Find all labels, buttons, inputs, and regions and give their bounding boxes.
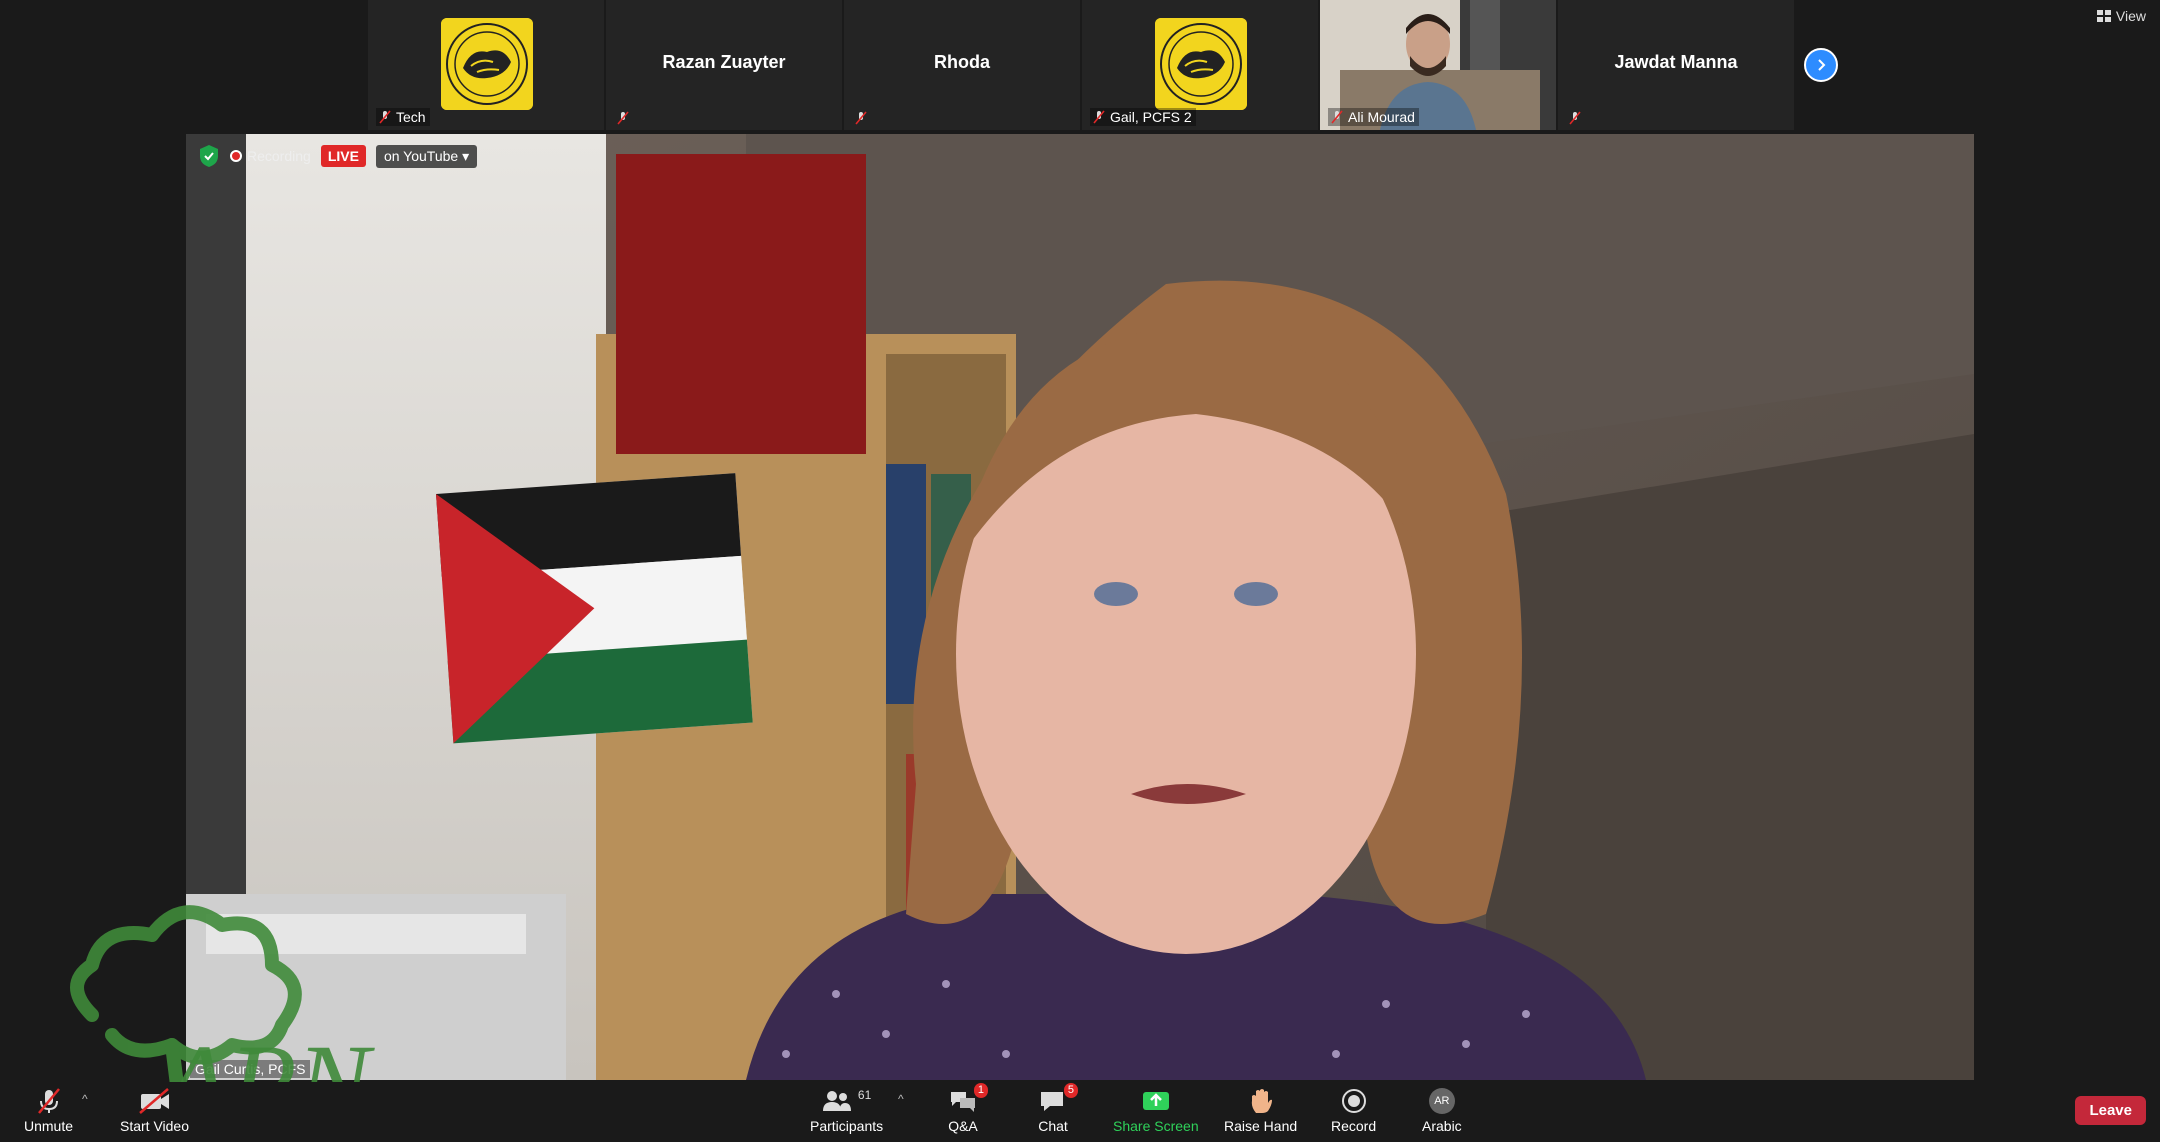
qa-button[interactable]: 1 Q&A [948,1083,988,1134]
participant-label: Tech [376,108,430,126]
unmute-button[interactable]: Unmute [24,1086,73,1134]
participant-label: Ali Mourad [1328,108,1419,126]
raise-hand-icon [1251,1089,1272,1113]
recording-bar: Recording LIVE on YouTube ▾ [198,144,478,168]
start-video-button[interactable]: Start Video [120,1086,189,1134]
mic-muted-icon [1568,111,1582,125]
participant-strip: Tech Razan Zuayter Rhoda Gail, PCFS 2 Al… [368,0,1794,130]
chevron-right-icon [1818,59,1826,71]
record-button[interactable]: Record [1331,1086,1376,1134]
leave-button[interactable]: Leave [2075,1096,2146,1125]
mic-muted-icon [378,110,392,124]
chat-button[interactable]: 5 Chat [1038,1083,1078,1134]
participants-button[interactable]: 61 Participants [810,1086,883,1134]
mic-muted-icon [37,1088,60,1114]
participant-tile-tech[interactable]: Tech [368,0,604,130]
active-speaker-video [186,134,1974,1080]
live-badge[interactable]: LIVE [320,145,366,167]
participants-count: 61 [857,1088,872,1102]
mic-muted-icon [1330,110,1344,124]
participant-name: Jawdat Manna [1614,52,1738,72]
seal-avatar-icon [441,18,533,110]
participant-label [852,110,872,126]
participant-label: Gail, PCFS 2 [1090,108,1196,126]
video-off-icon [138,1088,169,1114]
participants-options-caret[interactable]: ^ [898,1092,904,1106]
language-avatar-icon: AR [1428,1088,1455,1114]
record-dot-icon [230,150,242,162]
participant-name: Razan Zuayter [662,52,786,72]
meeting-toolbar: Unmute ^ Start Video 61 Participants ^ 1… [0,1082,2160,1142]
share-screen-icon [1142,1092,1169,1110]
language-interpretation-button[interactable]: AR Arabic [1422,1086,1462,1134]
record-icon [1341,1089,1366,1113]
participant-label [614,110,634,126]
participant-tile-jawdat[interactable]: Jawdat Manna [1558,0,1794,130]
raise-hand-button[interactable]: Raise Hand [1224,1086,1297,1134]
participant-tile-razan[interactable]: Razan Zuayter [606,0,842,130]
chat-badge: 5 [1063,1083,1078,1098]
mic-muted-icon [854,111,868,125]
participants-icon [822,1091,851,1111]
grid-view-icon [2096,10,2111,22]
next-page-button[interactable] [1804,48,1838,82]
mic-muted-icon [1092,110,1106,124]
live-platform-dropdown[interactable]: on YouTube ▾ [375,144,478,168]
share-screen-button[interactable]: Share Screen [1113,1086,1199,1134]
audio-options-caret[interactable]: ^ [82,1092,88,1106]
participant-label [1566,110,1586,126]
recording-indicator[interactable]: Recording [230,148,311,164]
participant-tile-rhoda[interactable]: Rhoda [844,0,1080,130]
qa-badge: 1 [973,1083,988,1098]
participant-tile-ali[interactable]: Ali Mourad [1320,0,1556,130]
participant-tile-gail[interactable]: Gail, PCFS 2 [1082,0,1318,130]
seal-avatar-icon [1155,18,1247,110]
participant-name: Rhoda [934,52,990,72]
mic-muted-icon [616,111,630,125]
shield-icon[interactable] [198,144,220,168]
view-button[interactable]: View [2096,8,2146,24]
